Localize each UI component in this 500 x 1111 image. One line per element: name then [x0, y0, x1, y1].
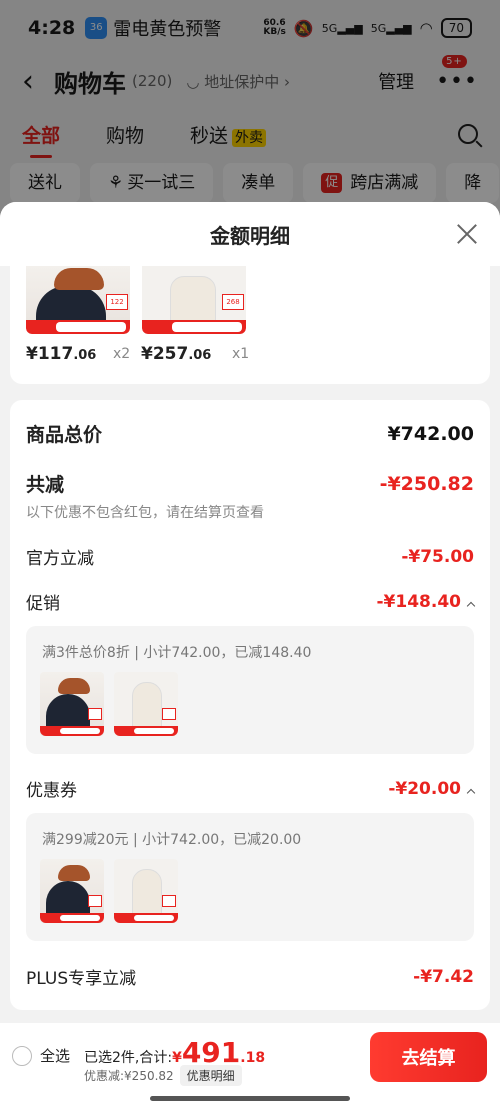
close-icon[interactable]: [456, 223, 478, 245]
select-all-radio[interactable]: [12, 1045, 32, 1066]
product-qty: x1: [232, 346, 250, 362]
total-label: 商品总价: [26, 424, 103, 446]
amount-detail-sheet: 金额明细 122 ¥117.06 x2 268 ¥257.06 x1 商品总价 …: [0, 202, 500, 1111]
coupon-product-thumb: [114, 859, 178, 923]
product-price: ¥257.06: [141, 344, 212, 364]
product-item[interactable]: 268: [142, 266, 246, 334]
product-image: 268: [142, 266, 246, 334]
total-line: 已选2件,合计: ¥ 491 .18: [84, 1039, 265, 1067]
discount-text: 优惠减:¥250.82: [84, 1069, 174, 1083]
row-plus: PLUS专享立减 -¥7.42: [26, 964, 474, 990]
reduce-note: 以下优惠不包含红包，请在结算页查看: [26, 505, 264, 521]
total-value: ¥742.00: [387, 422, 474, 445]
coupon-detail-box: 满299减20元 | 小计742.00，已减20.00: [26, 813, 474, 941]
promo-detail-text: 满3件总价8折 | 小计742.00，已减148.40: [42, 645, 312, 661]
product-image: 122: [26, 266, 130, 334]
promo-product-thumb: [40, 672, 104, 736]
discount-detail-button[interactable]: 优惠明细: [179, 1065, 242, 1086]
sheet-header: 金额明细: [0, 202, 500, 266]
promo-value: -¥148.40: [376, 591, 462, 612]
checkout-button[interactable]: 去结算: [370, 1032, 487, 1082]
coupon-value: -¥20.00: [388, 778, 461, 799]
row-official: 官方立减 -¥75.00: [26, 544, 474, 570]
home-indicator[interactable]: [150, 1096, 350, 1101]
price-breakdown-card: 商品总价 ¥742.00 共减 -¥250.82 以下优惠不包含红包，请在结算页…: [10, 400, 490, 1010]
product-qty: x2: [113, 346, 131, 362]
product-item[interactable]: 122: [26, 266, 130, 334]
row-promo[interactable]: 促销 -¥148.40: [26, 589, 476, 614]
plus-value: -¥7.42: [413, 966, 474, 987]
chevron-up-icon: [466, 788, 476, 797]
plus-label: PLUS专享立减: [26, 969, 137, 989]
coupon-label: 优惠券: [26, 781, 77, 801]
selected-text: 已选2件,合计:: [84, 1050, 173, 1066]
promo-product-thumb: [114, 672, 178, 736]
total-currency: ¥: [172, 1050, 182, 1066]
total-int: 491: [181, 1036, 241, 1069]
official-label: 官方立减: [26, 549, 94, 569]
row-coupon[interactable]: 优惠券 -¥20.00: [26, 776, 476, 801]
select-all-label: 全选: [40, 1047, 71, 1065]
product-summary-card: 122 ¥117.06 x2 268 ¥257.06 x1: [10, 266, 490, 384]
discount-line: 优惠减:¥250.82 优惠明细: [84, 1065, 242, 1086]
chevron-up-icon: [466, 601, 476, 610]
official-value: -¥75.00: [401, 546, 474, 567]
coupon-detail-text: 满299减20元 | 小计742.00，已减20.00: [42, 832, 302, 848]
row-reduce: 共减 -¥250.82: [26, 470, 474, 497]
reduce-label: 共减: [26, 474, 65, 496]
product-price: ¥117.06: [26, 344, 97, 364]
reduce-value: -¥250.82: [379, 472, 474, 495]
promo-label: 促销: [26, 594, 60, 614]
select-all[interactable]: 全选: [12, 1045, 70, 1066]
coupon-product-thumb: [40, 859, 104, 923]
sheet-title: 金额明细: [210, 223, 290, 248]
row-total: 商品总价 ¥742.00: [26, 420, 474, 447]
total-dec: .18: [240, 1050, 266, 1066]
promo-detail-box: 满3件总价8折 | 小计742.00，已减148.40: [26, 626, 474, 754]
